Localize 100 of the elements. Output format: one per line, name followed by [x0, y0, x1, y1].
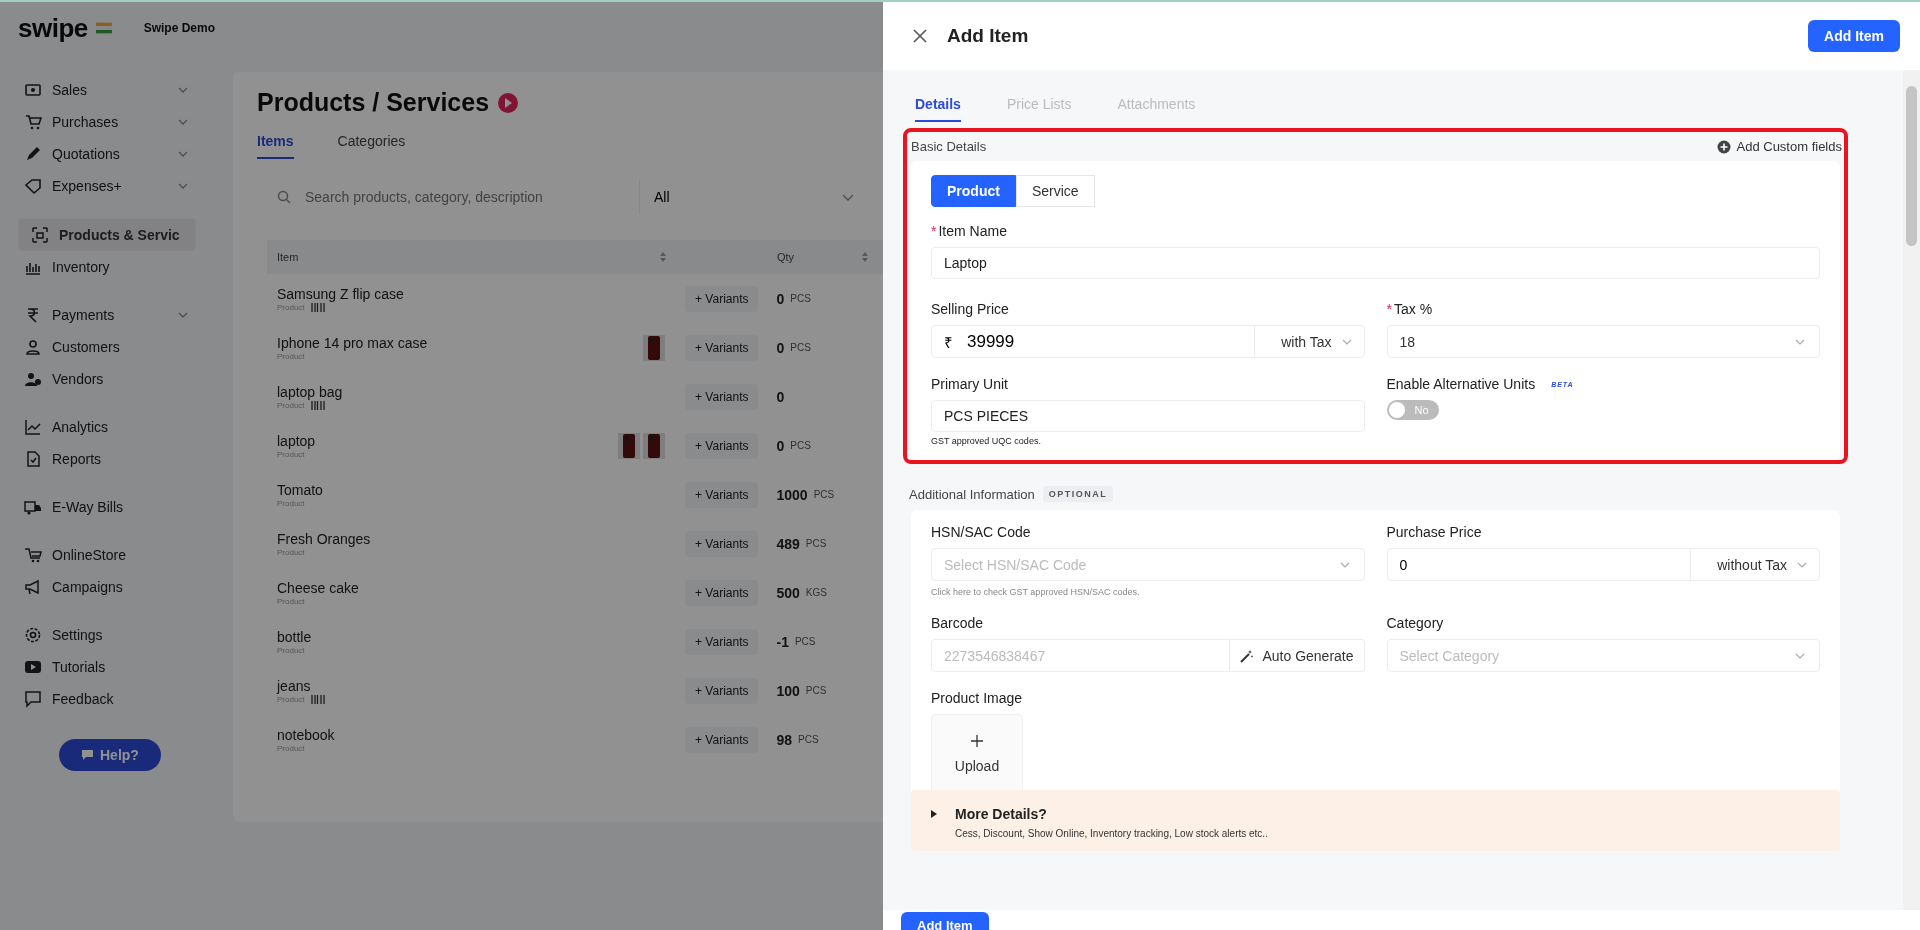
sidebar-item[interactable]: Vendors [18, 363, 196, 395]
sidebar-item[interactable]: Settings [18, 619, 196, 651]
hint-link[interactable]: Click here to check GST approved HSN/SAC codes. [931, 587, 1365, 597]
type-toggle[interactable]: Service [1015, 175, 1095, 207]
item-name[interactable]: notebook [277, 727, 335, 743]
type-toggle[interactable]: Product [931, 175, 1016, 207]
unit: PCS [790, 440, 811, 451]
variants-button[interactable]: + Variants [685, 334, 759, 361]
sidebar-item[interactable]: Customers [18, 331, 196, 363]
section-heading: Additional Information [909, 486, 1035, 502]
unit: PCS [805, 538, 827, 549]
search-field[interactable]: Search products, category, description [303, 188, 617, 206]
item-name[interactable]: Iphone 14 pro max case [277, 335, 428, 351]
sidebar-item[interactable]: Purchases [18, 106, 196, 138]
hint-text: GST approved UQC codes. [931, 436, 1042, 446]
tab[interactable]: Details [915, 96, 961, 122]
variants-button[interactable]: + Variants [685, 628, 759, 655]
sidebar-item[interactable]: Expenses+ [18, 170, 196, 202]
sidebar-item[interactable]: Quotations [18, 138, 196, 170]
optional-badge: OPTIONAL [1042, 486, 1114, 502]
item-name[interactable]: Fresh Oranges [277, 531, 371, 547]
field-label: HSN/SAC Code [931, 524, 1031, 540]
column-header[interactable]: Item [277, 251, 659, 263]
item-name[interactable]: Cheese cake [277, 580, 359, 596]
field-label: Barcode [931, 615, 984, 631]
field-label: Product Image [931, 690, 1023, 706]
add-item-button[interactable]: Add Item [1808, 20, 1900, 52]
variants-button[interactable]: + Variants [685, 285, 759, 312]
company-name[interactable]: Swipe Demo [143, 21, 215, 35]
sidebar-item[interactable]: E-Way Bills [18, 491, 196, 523]
sidebar-item[interactable]: Tutorials [18, 651, 196, 683]
section-heading: Basic Details [911, 139, 987, 154]
quantity: 0 [776, 290, 785, 307]
more-details-panel[interactable]: More Details? Cess, Discount, Show Online, Inventory tracking, Low stock alerts etc.. [911, 790, 1840, 851]
item-name-field[interactable]: Laptop [931, 247, 1820, 279]
required-mark: * [1386, 301, 1392, 317]
purchase-price-field[interactable]: 0 without Tax [1386, 548, 1820, 581]
quantity: -1 [776, 633, 789, 650]
page-title: Products / Services [257, 88, 490, 117]
selling-price-field[interactable]: ₹ 39999 with Tax [931, 325, 1365, 358]
logo[interactable]: swipe [18, 12, 88, 44]
quantity: 100 [776, 682, 800, 699]
quantity: 98 [776, 731, 793, 748]
sidebar-item[interactable]: Campaigns [18, 571, 196, 603]
item-name[interactable]: jeans [277, 678, 311, 694]
tab[interactable]: Items [257, 133, 294, 159]
quantity: 500 [776, 584, 800, 601]
variants-button[interactable]: + Variants [685, 579, 759, 606]
quantity: 0 [776, 339, 785, 356]
sidebar-item[interactable]: Inventory [18, 251, 196, 283]
item-name[interactable]: laptop bag [277, 384, 343, 400]
field-label: Purchase Price [1386, 524, 1482, 540]
filter-dropdown[interactable]: All [639, 180, 868, 214]
column-header[interactable]: Qty [777, 251, 861, 263]
variants-button[interactable]: + Variants [685, 726, 759, 753]
variants-button[interactable]: + Variants [685, 677, 759, 704]
auto-generate-button[interactable]: Auto Generate [1230, 639, 1365, 672]
quantity: 1000 [776, 486, 808, 503]
primary-unit-field[interactable]: PCS PIECES [931, 400, 1365, 432]
sidebar-item[interactable]: OnlineStore [18, 539, 196, 571]
sidebar-item[interactable]: Sales [18, 74, 196, 106]
add-custom-fields-link[interactable]: Add Custom fields [1716, 139, 1842, 154]
field-label: Item Name [938, 223, 1007, 239]
barcode-field[interactable]: 2273546838467 [931, 639, 1231, 672]
item-name[interactable]: bottle [277, 629, 312, 645]
field-label: Primary Unit [931, 376, 1008, 392]
variants-button[interactable]: + Variants [685, 432, 759, 459]
help-button[interactable]: Help? [59, 739, 161, 771]
drawer-title: Add Item [947, 25, 1030, 47]
sidebar-item[interactable]: Payments [18, 299, 196, 331]
variants-button[interactable]: + Variants [685, 383, 759, 410]
quantity: 489 [776, 535, 800, 552]
tab[interactable]: Categories [337, 133, 406, 159]
variants-button[interactable]: + Variants [685, 530, 759, 557]
sidebar-item[interactable]: Reports [18, 443, 196, 475]
unit: PCS [805, 685, 827, 696]
unit: PCS [790, 342, 811, 353]
required-mark: * [931, 223, 937, 239]
tax-dropdown[interactable]: 18 [1386, 325, 1820, 358]
field-label: Category [1386, 615, 1444, 631]
item-name[interactable]: laptop [277, 433, 316, 449]
more-details-title: More Details? [955, 806, 1048, 822]
unit: PCS [798, 734, 819, 745]
sidebar-item[interactable]: Feedback [18, 683, 196, 715]
add-item-button[interactable]: Add Item [901, 912, 989, 930]
more-details-description: Cess, Discount, Show Online, Inventory tracking, Low stock alerts etc.. [955, 828, 1268, 839]
price-input[interactable]: 39999 [961, 326, 1255, 357]
item-name[interactable]: Tomato [277, 482, 323, 498]
item-name[interactable]: Samsung Z flip case [277, 286, 404, 302]
quantity: 0 [776, 388, 785, 405]
unit: PCS [790, 293, 811, 304]
field-label: Enable Alternative Units [1386, 376, 1536, 392]
unit: PCS [813, 489, 835, 500]
quantity: 0 [776, 437, 785, 454]
sidebar-item[interactable]: Products & Servic [18, 218, 196, 251]
unit: PCS [794, 636, 816, 647]
price-input[interactable]: 0 [1387, 549, 1691, 580]
variants-button[interactable]: + Variants [685, 481, 759, 508]
sidebar-item[interactable]: Analytics [18, 411, 196, 443]
field-label: Selling Price [931, 301, 1009, 317]
